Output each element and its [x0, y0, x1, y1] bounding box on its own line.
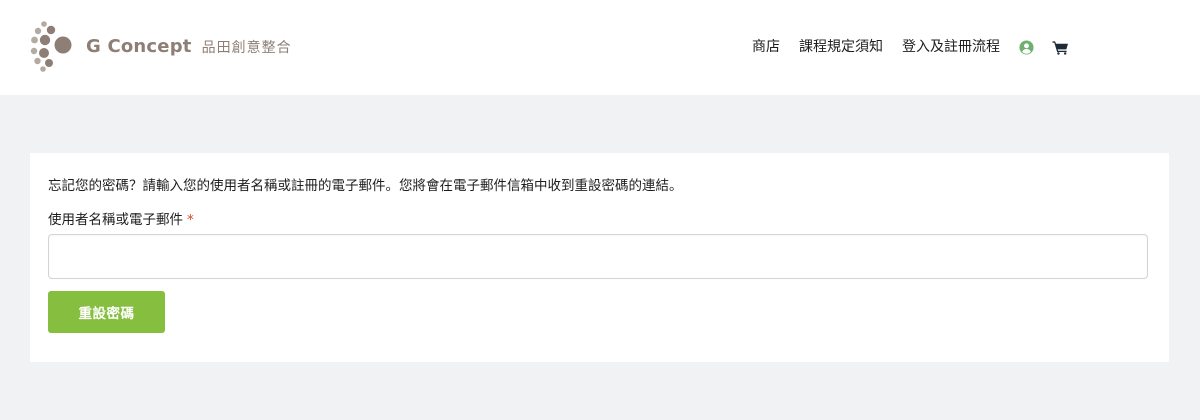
shopping-cart-icon[interactable] [1052, 40, 1069, 55]
username-email-label-text: 使用者名稱或電子郵件 [48, 212, 183, 228]
lost-password-card: 忘記您的密碼？請輸入您的使用者名稱或註冊的電子郵件。您將會在電子郵件信箱中收到重… [30, 153, 1169, 362]
lost-password-instructions: 忘記您的密碼？請輸入您的使用者名稱或註冊的電子郵件。您將會在電子郵件信箱中收到重… [48, 178, 683, 194]
required-mark: * [187, 212, 194, 228]
nav-item-login-register[interactable]: 登入及註冊流程 [902, 35, 1000, 59]
nav-item-shop[interactable]: 商店 [752, 35, 780, 59]
user-account-icon[interactable] [1019, 39, 1034, 55]
username-email-label: 使用者名稱或電子郵件 * [48, 211, 194, 229]
logo-text: G Concept 品田創意整合 [86, 36, 292, 57]
main-nav: 商店 課程規定須知 登入及註冊流程 [752, 35, 1069, 59]
brand-subtitle: 品田創意整合 [201, 39, 292, 56]
brand-name: G Concept [86, 35, 192, 57]
site-header: G Concept 品田創意整合 商店 課程規定須知 登入及註冊流程 [0, 0, 1200, 95]
site-logo[interactable]: G Concept 品田創意整合 [30, 18, 292, 74]
reset-password-button[interactable]: 重設密碼 [48, 291, 165, 333]
logo-dots-icon [30, 21, 72, 72]
nav-item-course-rules[interactable]: 課程規定須知 [799, 35, 883, 59]
username-email-input[interactable] [48, 234, 1148, 279]
